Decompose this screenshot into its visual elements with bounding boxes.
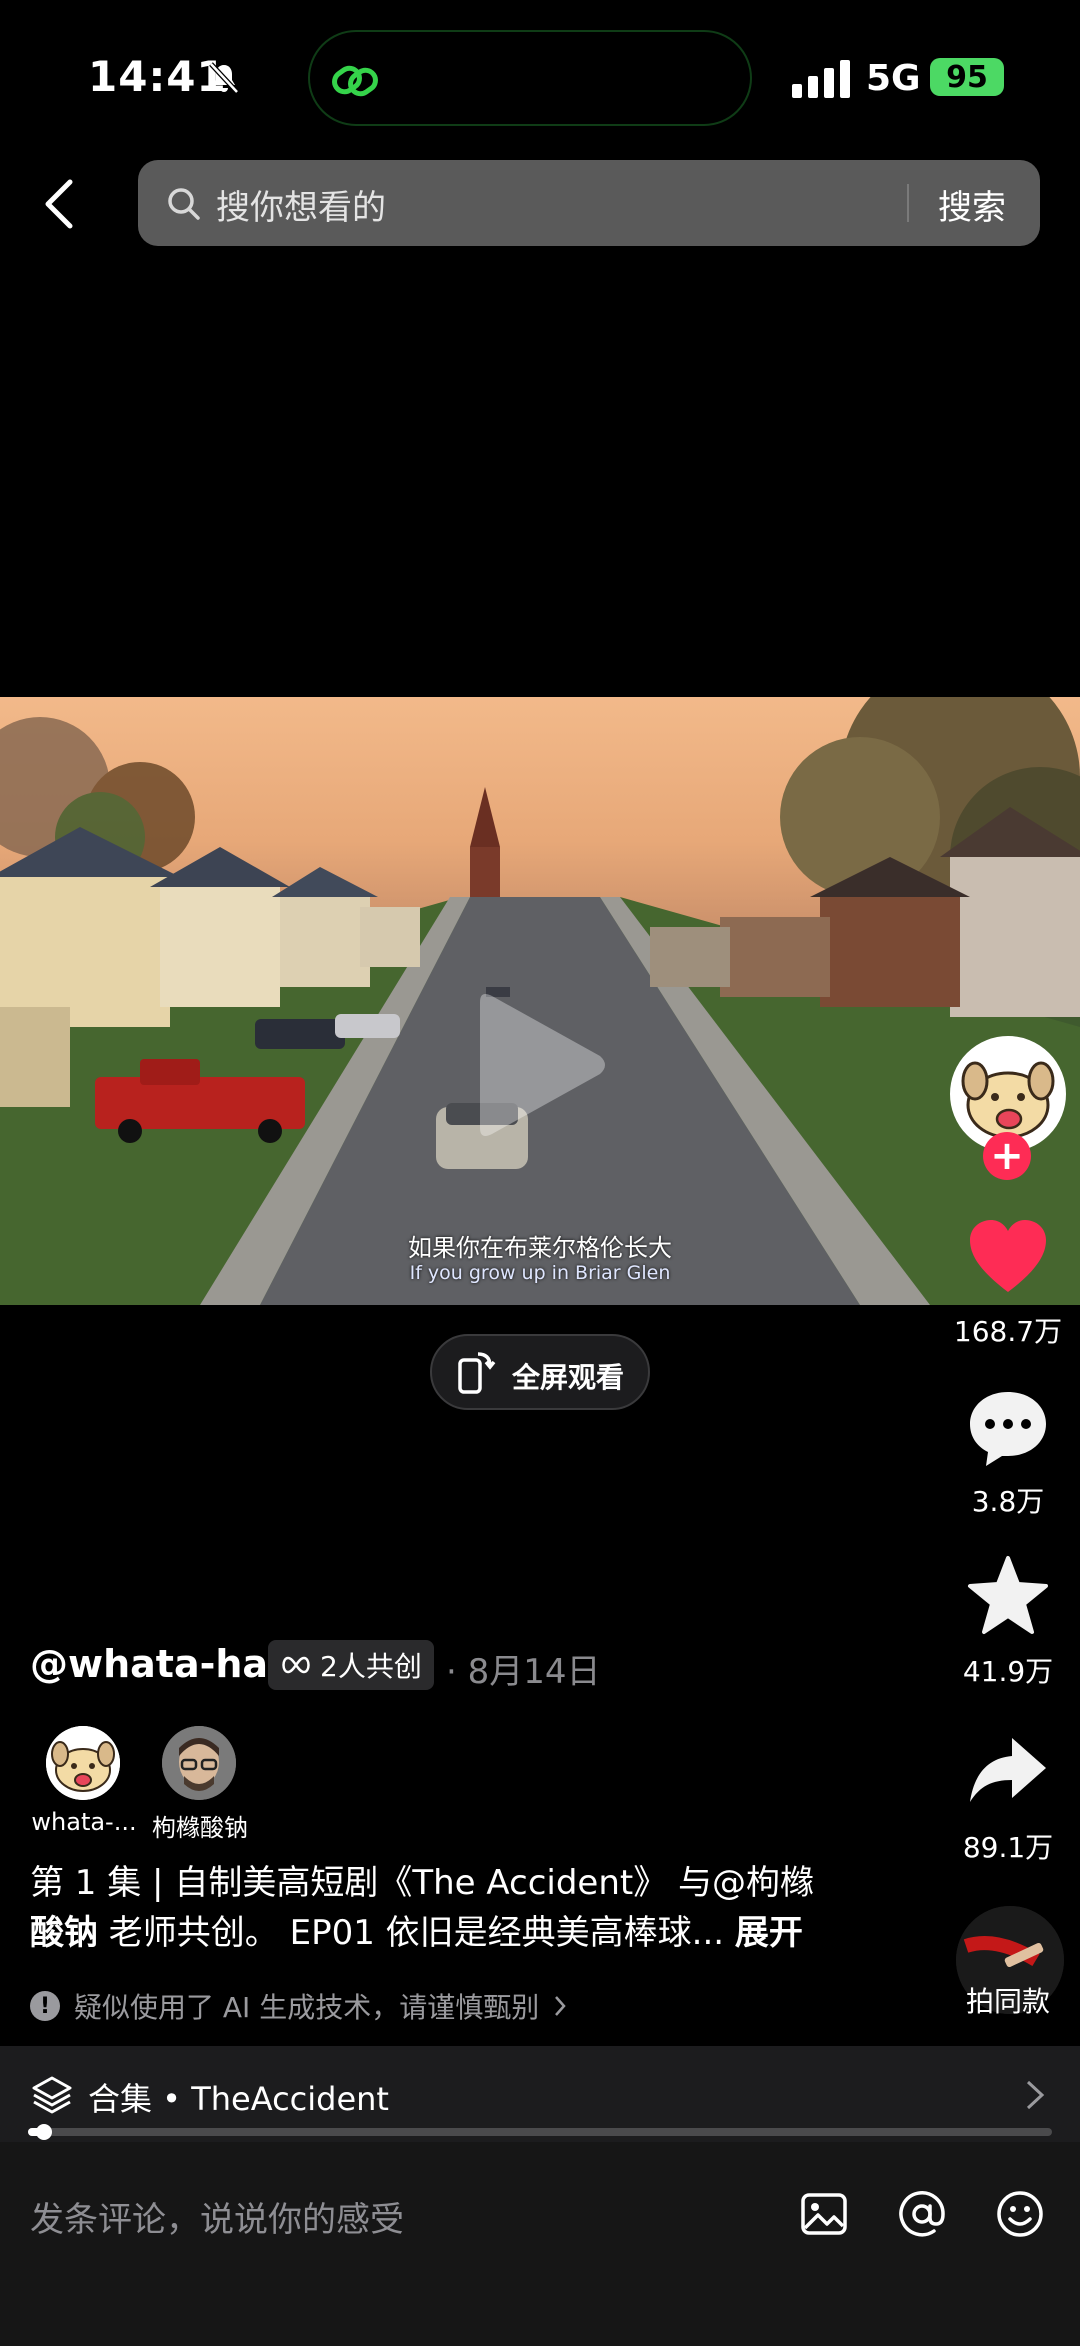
share-count: 89.1万 <box>962 1831 1054 1864</box>
comment-count: 3.8万 <box>971 1485 1045 1518</box>
search-icon <box>168 188 200 220</box>
search-button[interactable]: 搜索 <box>938 180 1006 229</box>
subtitle-chinese: 如果你在布莱尔格伦长大 <box>408 1234 672 1262</box>
layers-icon <box>32 2076 72 2114</box>
comment-bar <box>0 2142 1080 2346</box>
back-arrow-icon[interactable] <box>36 176 84 232</box>
follow-plus-button[interactable]: + <box>983 1132 1031 1180</box>
bell-muted-icon <box>209 62 239 94</box>
favorite-count: 41.9万 <box>962 1655 1054 1688</box>
chevron-right-icon[interactable] <box>1024 2078 1046 2112</box>
emoji-icon[interactable] <box>994 2188 1046 2240</box>
desc-line-1: 第 1 集 | 自制美高短剧《The Accident》 与@枸橼 <box>30 1863 815 1903</box>
post-description[interactable]: 第 1 集 | 自制美高短剧《The Accident》 与@枸橼 酸钠 老师共… <box>30 1858 910 1958</box>
dog-avatar-icon <box>46 1726 120 1800</box>
cocreate-badge[interactable]: 2人共创 <box>268 1640 434 1690</box>
play-icon[interactable] <box>470 990 610 1140</box>
post-date: · 8月14日 <box>446 1652 601 1692</box>
cocreator-1[interactable] <box>46 1726 120 1800</box>
star-favorite-icon[interactable] <box>966 1554 1050 1638</box>
battery-indicator: 95 <box>930 58 1004 96</box>
expand-button[interactable]: 展开 <box>735 1913 803 1953</box>
desc-text: 老师共创。 EP01 依旧是经典美高棒球... <box>98 1913 735 1953</box>
desc-line-2: 酸钠 老师共创。 EP01 依旧是经典美高棒球... 展开 <box>30 1908 910 1958</box>
author-handle[interactable]: @whata-ha <box>30 1642 268 1686</box>
comment-input[interactable]: 发条评论，说说你的感受 <box>30 2192 404 2241</box>
link-chain-icon <box>332 65 378 97</box>
search-input[interactable]: 搜你想看的 <box>216 180 386 229</box>
like-count: 168.7万 <box>953 1315 1063 1348</box>
avatar <box>46 1726 120 1800</box>
fullscreen-label: 全屏观看 <box>512 1361 625 1394</box>
mention-link[interactable]: 酸钠 <box>30 1913 98 1953</box>
exclamation-icon: ! <box>30 1991 60 2021</box>
playback-progress-track[interactable] <box>28 2128 1052 2136</box>
subtitle-english: If you grow up in Briar Glen <box>409 1262 671 1284</box>
cocreator-2[interactable] <box>162 1726 236 1800</box>
rotate-screen-icon <box>458 1352 496 1394</box>
at-mention-icon[interactable] <box>896 2188 948 2240</box>
playback-progress-knob[interactable] <box>36 2124 52 2140</box>
image-icon[interactable] <box>798 2188 850 2240</box>
comment-bubble-icon[interactable] <box>966 1386 1050 1470</box>
avatar <box>162 1726 236 1800</box>
battery-level: 95 <box>946 59 988 95</box>
cellular-signal-icon <box>792 60 850 98</box>
person-avatar-icon <box>162 1726 236 1800</box>
network-type: 5G <box>866 58 921 99</box>
ai-notice-text: 疑似使用了 AI 生成技术，请谨慎甄别 <box>74 1991 540 2024</box>
infinity-icon <box>282 1656 310 1674</box>
chevron-right-icon <box>555 1996 566 2016</box>
search-divider <box>907 184 909 222</box>
ai-notice[interactable]: ! 疑似使用了 AI 生成技术，请谨慎甄别 <box>30 1986 567 2026</box>
cocreator-2-name[interactable]: 枸橼酸钠 <box>130 1808 270 1843</box>
cocreate-label: 2人共创 <box>320 1650 422 1683</box>
share-arrow-icon[interactable] <box>966 1730 1050 1814</box>
heart-icon[interactable] <box>966 1216 1050 1300</box>
collection-label: 合集 • TheAccident <box>88 2080 389 2118</box>
same-style-label[interactable]: 拍同款 <box>940 1980 1076 2020</box>
